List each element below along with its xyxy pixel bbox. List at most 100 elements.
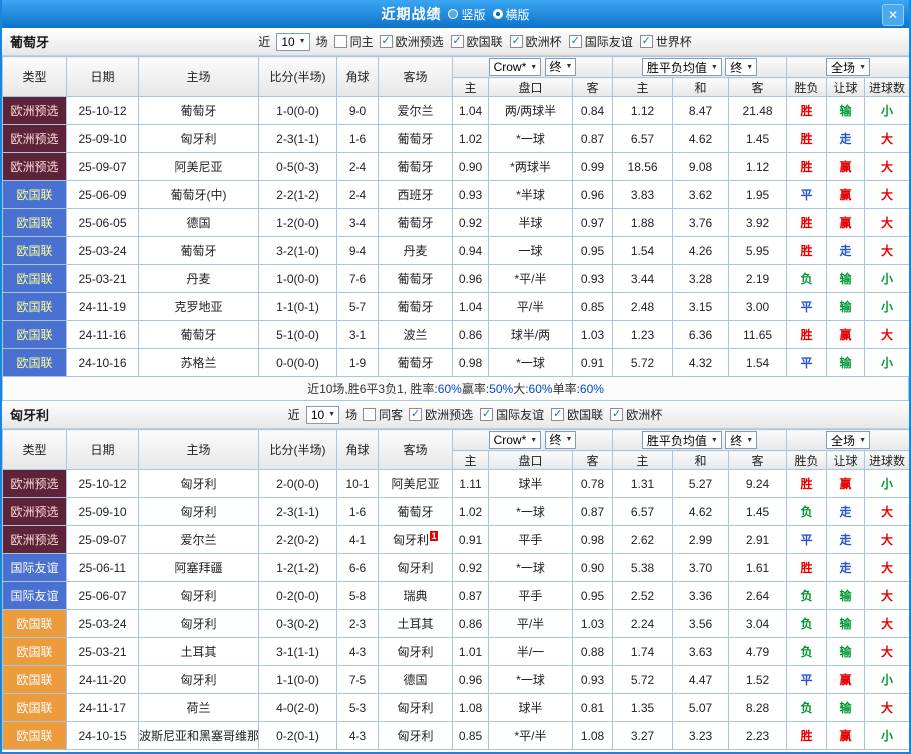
home-odds-cell: 0.90	[453, 153, 489, 181]
avg-draw-cell: 3.63	[673, 638, 729, 666]
away-odds-cell: 0.90	[573, 554, 613, 582]
league-filter-checkbox[interactable]: ✓欧洲预选	[380, 33, 444, 50]
checkbox-checked-icon: ✓	[610, 408, 623, 421]
goals-cell: 大	[865, 694, 910, 722]
odds-stage-select[interactable]: 终 ▼	[545, 58, 577, 76]
handicap-result-cell: 输	[827, 349, 865, 377]
home-team-cell: 匈牙利	[139, 582, 259, 610]
bookmaker-select[interactable]: Crow* ▼	[489, 431, 542, 449]
league-filter-checkbox[interactable]: ✓国际友谊	[569, 33, 633, 50]
avg-away-cell: 1.12	[729, 153, 787, 181]
league-filter-checkbox[interactable]: ✓欧洲杯	[510, 33, 562, 50]
col-goals: 进球数	[865, 78, 910, 97]
summary-segment: 50%	[489, 382, 513, 396]
recent-count-select[interactable]: 10 ▼	[276, 33, 309, 51]
avg-away-cell: 3.04	[729, 610, 787, 638]
scope-select[interactable]: 全场 ▼	[826, 58, 870, 76]
league-filter-label: 欧洲预选	[425, 406, 473, 423]
home-odds-cell: 0.86	[453, 321, 489, 349]
league-filter-checkbox[interactable]: ✓欧洲杯	[610, 406, 662, 423]
handicap-result-cell: 赢	[827, 153, 865, 181]
home-team-cell: 爱尔兰	[139, 526, 259, 554]
home-odds-cell: 0.87	[453, 582, 489, 610]
avg-odds-select[interactable]: 胜平负均值 ▼	[642, 58, 722, 76]
summary-segment: 赢率:	[462, 380, 489, 397]
avg-draw-cell: 3.28	[673, 265, 729, 293]
home-odds-cell: 0.98	[453, 349, 489, 377]
avg-home-cell: 1.23	[613, 321, 673, 349]
avg-away-cell: 1.45	[729, 498, 787, 526]
recent-count-select[interactable]: 10 ▼	[306, 406, 339, 424]
col-home-odds: 主	[453, 78, 489, 97]
score-cell: 2-0(0-0)	[259, 470, 337, 498]
summary-segment: 60%	[438, 382, 462, 396]
close-button[interactable]: ✕	[882, 4, 904, 26]
avg-away-cell: 11.65	[729, 321, 787, 349]
summary-segment: 近10场,胜6平3负1, 胜率:	[307, 380, 438, 397]
filter-group: 近 10 ▼ 场 同客 ✓欧洲预选✓国际友谊✓欧国联✓欧洲杯	[288, 406, 662, 424]
handicap-cell: 两/两球半	[489, 97, 573, 125]
away-team-cell: 葡萄牙	[379, 349, 453, 377]
date-cell: 25-03-24	[67, 237, 139, 265]
avg-home-cell: 1.12	[613, 97, 673, 125]
bookmaker-filter-cell: Crow* ▼ 终 ▼	[453, 430, 613, 451]
corners-cell: 7-5	[337, 666, 379, 694]
league-filter-checkbox[interactable]: ✓世界杯	[640, 33, 692, 50]
chevron-down-icon: ▼	[530, 437, 537, 444]
same-venue-checkbox[interactable]: 同客	[363, 406, 403, 423]
league-filter-checkbox[interactable]: ✓欧国联	[551, 406, 603, 423]
radio-horizontal-layout[interactable]: 横版	[493, 6, 530, 23]
handicap-result-cell: 输	[827, 582, 865, 610]
home-team-cell: 匈牙利	[139, 666, 259, 694]
bookmaker-select[interactable]: Crow* ▼	[489, 58, 542, 76]
handicap-cell: 平手	[489, 582, 573, 610]
date-cell: 24-11-20	[67, 666, 139, 694]
team-name: 匈牙利	[10, 405, 49, 424]
avg-stage-select[interactable]: 终 ▼	[725, 431, 757, 449]
type-cell: 欧国联	[3, 666, 67, 694]
date-cell: 25-09-07	[67, 153, 139, 181]
avg-away-cell: 1.45	[729, 125, 787, 153]
radio-vertical-layout[interactable]: 竖版	[448, 6, 485, 23]
corners-cell: 7-6	[337, 265, 379, 293]
home-odds-cell: 0.96	[453, 265, 489, 293]
result-cell: 胜	[787, 722, 827, 750]
goals-cell: 大	[865, 610, 910, 638]
home-team-cell: 土耳其	[139, 638, 259, 666]
home-team-cell: 匈牙利	[139, 610, 259, 638]
away-team-cell: 葡萄牙	[379, 125, 453, 153]
odds-stage-select[interactable]: 终 ▼	[545, 431, 577, 449]
result-cell: 胜	[787, 237, 827, 265]
col-avg-away: 客	[729, 451, 787, 470]
same-venue-checkbox[interactable]: 同主	[334, 33, 374, 50]
league-filter-checkbox[interactable]: ✓国际友谊	[480, 406, 544, 423]
league-filter-checkbox[interactable]: ✓欧国联	[451, 33, 503, 50]
avg-away-cell: 1.61	[729, 554, 787, 582]
corners-cell: 2-3	[337, 610, 379, 638]
radio-unselected-icon	[448, 9, 458, 19]
avg-home-cell: 1.31	[613, 470, 673, 498]
avg-away-cell: 2.91	[729, 526, 787, 554]
league-filter-checkbox[interactable]: ✓欧洲预选	[409, 406, 473, 423]
avg-stage-select[interactable]: 终 ▼	[725, 58, 757, 76]
type-cell: 欧国联	[3, 265, 67, 293]
away-odds-cell: 0.84	[573, 97, 613, 125]
home-odds-cell: 0.93	[453, 181, 489, 209]
avg-away-cell: 8.28	[729, 694, 787, 722]
avg-stage-value: 终	[730, 432, 742, 449]
score-cell: 1-0(0-0)	[259, 265, 337, 293]
date-cell: 24-11-16	[67, 321, 139, 349]
matches-label: 场	[316, 33, 328, 50]
avg-draw-cell: 2.99	[673, 526, 729, 554]
avg-away-cell: 4.79	[729, 638, 787, 666]
recent-results-window: 近期战绩 竖版 横版 ✕ 葡萄牙 近 10 ▼ 场	[0, 0, 911, 754]
date-cell: 25-09-07	[67, 526, 139, 554]
avg-home-cell: 3.27	[613, 722, 673, 750]
scope-select-value: 全场	[831, 59, 855, 76]
result-cell: 胜	[787, 209, 827, 237]
league-filter-label: 欧洲杯	[526, 33, 562, 50]
goals-cell: 大	[865, 638, 910, 666]
scope-select[interactable]: 全场 ▼	[826, 431, 870, 449]
avg-odds-select[interactable]: 胜平负均值 ▼	[642, 431, 722, 449]
home-odds-cell: 0.86	[453, 610, 489, 638]
